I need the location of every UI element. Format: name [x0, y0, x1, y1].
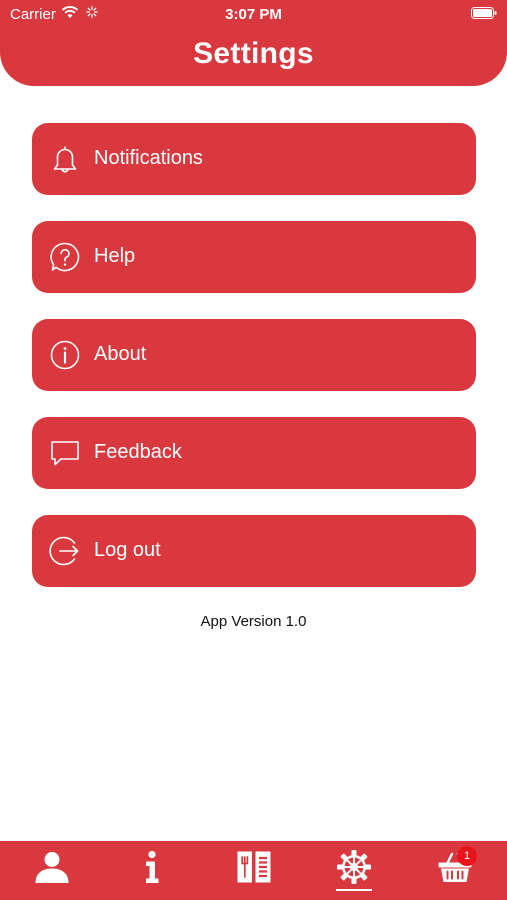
tab-info[interactable]	[122, 841, 182, 900]
notifications-label: Notifications	[94, 147, 203, 169]
info-icon	[146, 850, 159, 883]
logout-button[interactable]: Log out	[32, 515, 476, 587]
help-label: Help	[94, 245, 136, 267]
info-icon	[50, 340, 80, 370]
feedback-button[interactable]: Feedback	[32, 417, 476, 489]
tab-profile[interactable]	[22, 841, 82, 900]
settings-menu: Notifications Help About Feedback Log ou…	[32, 123, 476, 613]
about-label: About	[94, 343, 147, 365]
menu-book-icon	[237, 851, 271, 883]
feedback-label: Feedback	[94, 441, 182, 463]
profile-icon	[35, 852, 69, 883]
tab-settings[interactable]	[324, 841, 384, 900]
bell-icon	[53, 146, 77, 173]
feedback-icon	[51, 441, 79, 466]
about-button[interactable]: About	[32, 319, 476, 391]
tab-bar: 1	[0, 841, 507, 900]
selected-tab-indicator	[336, 889, 372, 891]
battery-icon	[471, 7, 497, 19]
logout-icon	[49, 536, 79, 566]
logout-label: Log out	[94, 539, 161, 561]
status-bar: Carrier 3:07 PM	[0, 0, 507, 28]
tab-menu[interactable]	[224, 841, 284, 900]
app-version: App Version 1.0	[200, 613, 307, 630]
settings-icon	[337, 850, 371, 884]
help-button[interactable]: Help	[32, 221, 476, 293]
notifications-button[interactable]: Notifications	[32, 123, 476, 195]
help-icon	[50, 242, 80, 272]
status-time: 3:07 PM	[225, 6, 282, 23]
tab-basket[interactable]: 1	[425, 841, 485, 900]
page-title: Settings	[193, 37, 314, 70]
header: Carrier 3:07 PM Settings	[0, 0, 507, 86]
cart-count-badge: 1	[457, 846, 477, 866]
